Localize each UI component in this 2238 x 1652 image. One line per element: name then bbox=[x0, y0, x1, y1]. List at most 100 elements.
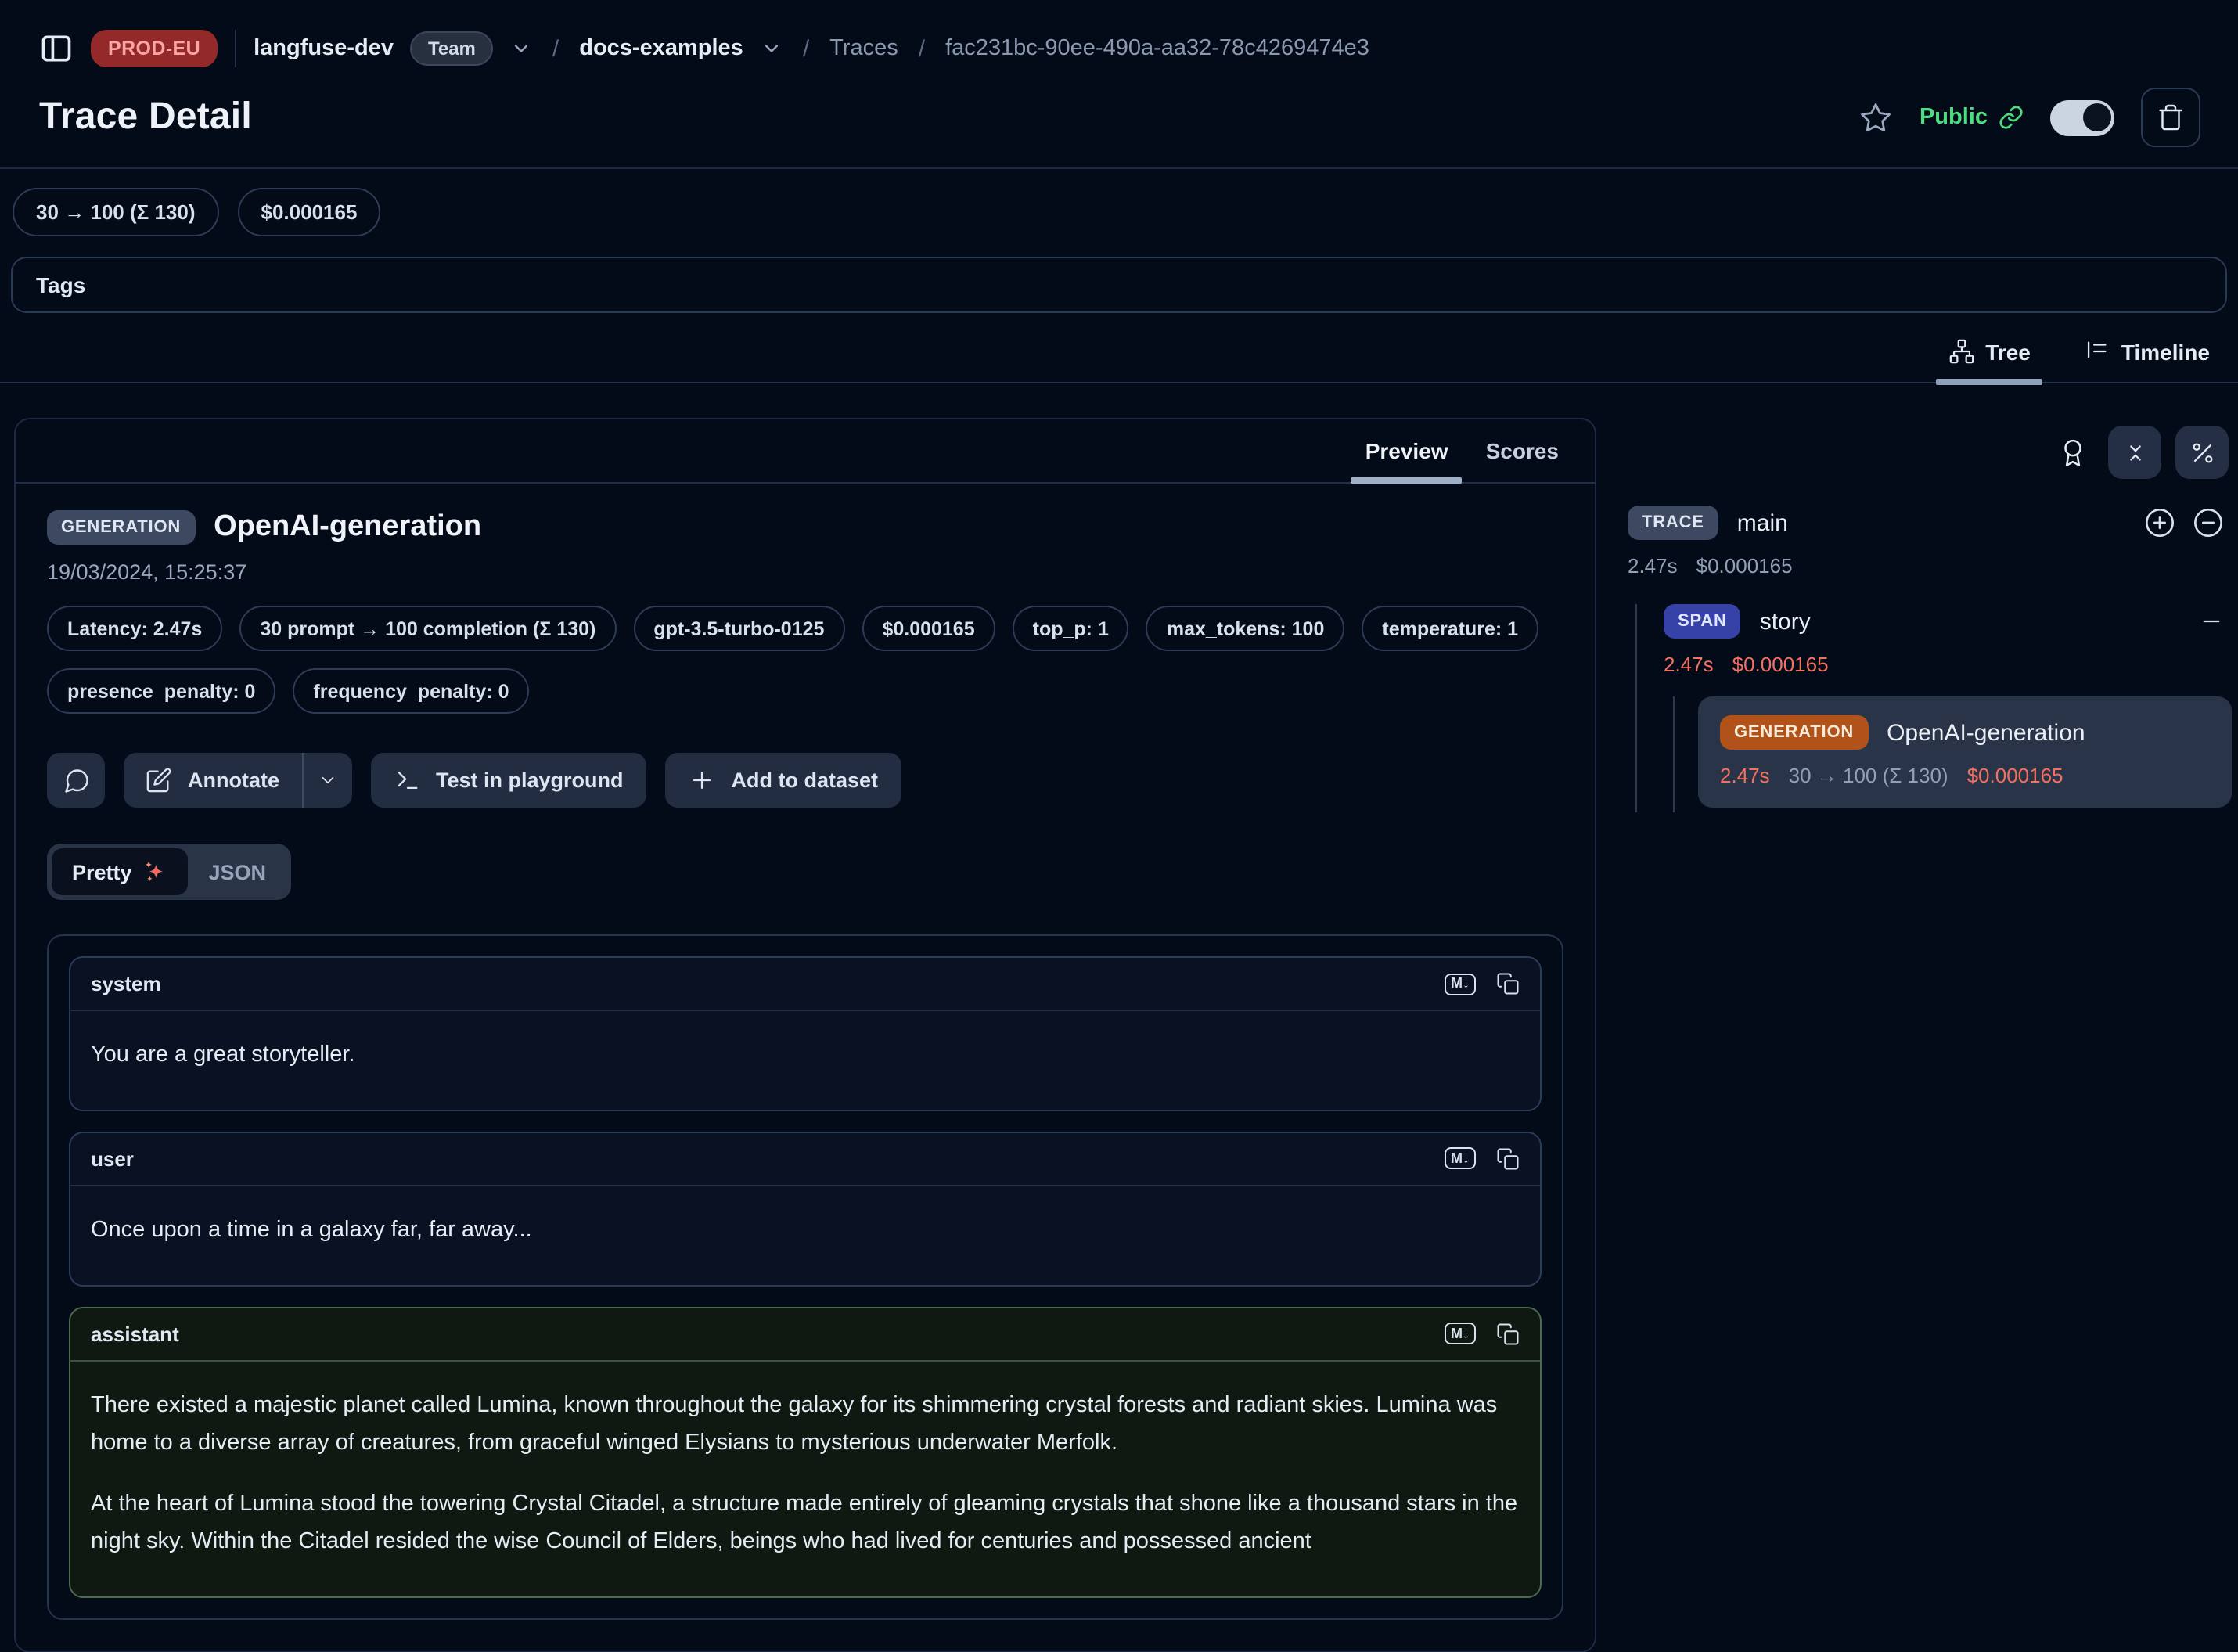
span-latency: 2.47s bbox=[1664, 653, 1714, 676]
chevron-down-icon[interactable] bbox=[761, 38, 783, 59]
minus-icon[interactable] bbox=[2199, 609, 2224, 634]
tab-timeline[interactable]: Timeline bbox=[2071, 338, 2222, 382]
content-area: Preview Scores GENERATION OpenAI-generat… bbox=[0, 418, 2238, 1652]
breadcrumb: PROD-EU langfuse-dev Team / docs-example… bbox=[0, 0, 2238, 72]
generation-node-selected[interactable]: GENERATION OpenAI-generation 2.47s 30 → … bbox=[1698, 696, 2232, 808]
trace-tree-sidebar: TRACE main 2.47s $0.000165 bbox=[1628, 418, 2232, 812]
tree-icon bbox=[1948, 338, 1974, 365]
public-share-link[interactable]: Public bbox=[1920, 105, 2024, 130]
param-badges-row-1: Latency: 2.47s 30 prompt → 100 completio… bbox=[47, 606, 1563, 651]
system-message: system M↓ You are a great storyteller. bbox=[69, 956, 1542, 1111]
markdown-toggle-icon[interactable]: M↓ bbox=[1445, 1323, 1476, 1345]
observation-title-row: GENERATION OpenAI-generation bbox=[47, 510, 1563, 545]
star-icon[interactable] bbox=[1860, 101, 1893, 134]
org-plan-badge: Team bbox=[411, 31, 493, 66]
test-in-playground-label: Test in playground bbox=[436, 768, 624, 792]
breadcrumb-org[interactable]: langfuse-dev bbox=[254, 36, 394, 61]
tab-tree-label: Tree bbox=[1985, 339, 2031, 364]
breadcrumb-project[interactable]: docs-examples bbox=[579, 36, 743, 61]
trace-cost-badge: $0.000165 bbox=[238, 188, 381, 236]
comment-icon bbox=[62, 766, 90, 794]
annotate-split-button: Annotate bbox=[124, 753, 351, 808]
generation-metrics: 2.47s 30 → 100 (Σ 130) $0.000165 bbox=[1720, 764, 2210, 787]
observation-panel: Preview Scores GENERATION OpenAI-generat… bbox=[14, 418, 1596, 1652]
breadcrumb-trace-id: fac231bc-90ee-490a-aa32-78c4269474e3 bbox=[945, 36, 1369, 61]
page-header: Trace Detail Public bbox=[0, 72, 2238, 167]
generation-type-badge: GENERATION bbox=[1720, 715, 1868, 750]
trace-node[interactable]: TRACE main bbox=[1628, 506, 2232, 540]
trash-icon bbox=[2157, 103, 2185, 131]
pretty-view-button[interactable]: Pretty bbox=[52, 848, 189, 895]
span-collapse-control bbox=[2199, 609, 2232, 634]
param-badges-row-2: presence_penalty: 0 frequency_penalty: 0 bbox=[47, 668, 1563, 714]
public-toggle[interactable] bbox=[2050, 99, 2114, 135]
tab-preview[interactable]: Preview bbox=[1348, 434, 1466, 482]
message-header: system M↓ bbox=[70, 958, 1540, 1011]
frequency-penalty-badge: frequency_penalty: 0 bbox=[293, 668, 529, 714]
add-to-dataset-button[interactable]: Add to dataset bbox=[666, 753, 902, 808]
span-name: story bbox=[1760, 608, 1811, 635]
header-divider bbox=[0, 167, 2238, 169]
view-tabs: Tree Timeline bbox=[0, 313, 2238, 383]
tab-timeline-label: Timeline bbox=[2121, 339, 2210, 364]
sidebar-toggle-icon[interactable] bbox=[39, 31, 74, 66]
trace-children: SPAN story 2.47s $0.000165 bbox=[1635, 604, 2232, 812]
top-p-badge: top_p: 1 bbox=[1013, 606, 1129, 651]
assistant-message: assistant M↓ There existed a majestic pl… bbox=[69, 1307, 1542, 1597]
markdown-toggle-icon[interactable]: M↓ bbox=[1445, 1148, 1476, 1170]
message-header: user M↓ bbox=[70, 1133, 1540, 1186]
breadcrumb-section[interactable]: Traces bbox=[829, 36, 898, 61]
markdown-toggle-icon[interactable]: M↓ bbox=[1445, 973, 1476, 995]
json-view-button[interactable]: JSON bbox=[189, 849, 287, 894]
trace-type-badge: TRACE bbox=[1628, 506, 1718, 540]
zoom-in-icon[interactable] bbox=[2144, 507, 2175, 538]
chevron-down-icon[interactable] bbox=[510, 38, 532, 59]
copy-icon[interactable] bbox=[1496, 1147, 1520, 1171]
model-badge: gpt-3.5-turbo-0125 bbox=[633, 606, 844, 651]
tree-toolbar bbox=[1628, 426, 2232, 479]
public-label: Public bbox=[1920, 105, 1988, 130]
token-usage-badge: 30 prompt → 100 completion (Σ 130) bbox=[239, 606, 616, 651]
panel-body: GENERATION OpenAI-generation 19/03/2024,… bbox=[16, 484, 1595, 1650]
message-content: There existed a majestic planet called L… bbox=[70, 1362, 1540, 1596]
chevron-down-icon bbox=[317, 770, 337, 790]
panel-tabs: Preview Scores bbox=[16, 419, 1595, 484]
toggle-percentages-button[interactable] bbox=[2175, 426, 2229, 479]
pretty-label: Pretty bbox=[72, 860, 132, 884]
span-children: GENERATION OpenAI-generation 2.47s 30 → … bbox=[1673, 696, 2232, 812]
span-type-badge: SPAN bbox=[1664, 604, 1741, 639]
delete-trace-button[interactable] bbox=[2141, 88, 2200, 147]
breadcrumb-separator: / bbox=[916, 35, 928, 62]
tags-label: Tags bbox=[36, 272, 85, 297]
tab-tree[interactable]: Tree bbox=[1935, 338, 2043, 382]
copy-icon[interactable] bbox=[1496, 1323, 1520, 1346]
test-in-playground-button[interactable]: Test in playground bbox=[370, 753, 647, 808]
generation-cost: $0.000165 bbox=[1967, 764, 2063, 787]
annotate-dropdown-button[interactable] bbox=[303, 753, 351, 808]
annotate-label: Annotate bbox=[188, 768, 279, 792]
add-to-dataset-label: Add to dataset bbox=[732, 768, 879, 792]
breadcrumb-separator: / bbox=[549, 35, 562, 62]
plus-icon bbox=[689, 767, 716, 794]
zoom-out-icon[interactable] bbox=[2193, 507, 2224, 538]
copy-icon[interactable] bbox=[1496, 972, 1520, 995]
comments-button[interactable] bbox=[47, 753, 105, 808]
generation-node-row: GENERATION OpenAI-generation bbox=[1720, 715, 2210, 750]
fold-vertical-icon bbox=[2121, 439, 2148, 466]
environment-badge[interactable]: PROD-EU bbox=[91, 30, 218, 67]
tab-scores[interactable]: Scores bbox=[1469, 434, 1576, 482]
annotation-queue-icon[interactable] bbox=[2058, 437, 2094, 467]
timeline-icon bbox=[2084, 338, 2110, 365]
tags-input[interactable]: Tags bbox=[11, 257, 2227, 313]
message-actions: M↓ bbox=[1445, 1323, 1520, 1346]
collapse-all-button[interactable] bbox=[2108, 426, 2161, 479]
annotate-button[interactable]: Annotate bbox=[124, 753, 301, 808]
trace-name: main bbox=[1737, 509, 1788, 536]
message-content: You are a great storyteller. bbox=[70, 1011, 1540, 1110]
message-role: system bbox=[91, 972, 1445, 995]
message-header: assistant M↓ bbox=[70, 1308, 1540, 1362]
generation-tokens: 30 → 100 (Σ 130) bbox=[1789, 764, 1948, 787]
span-node[interactable]: SPAN story bbox=[1664, 604, 2232, 639]
trace-token-usage-badge: 30 → 100 (Σ 130) bbox=[13, 188, 219, 236]
link-icon bbox=[1999, 105, 2024, 130]
